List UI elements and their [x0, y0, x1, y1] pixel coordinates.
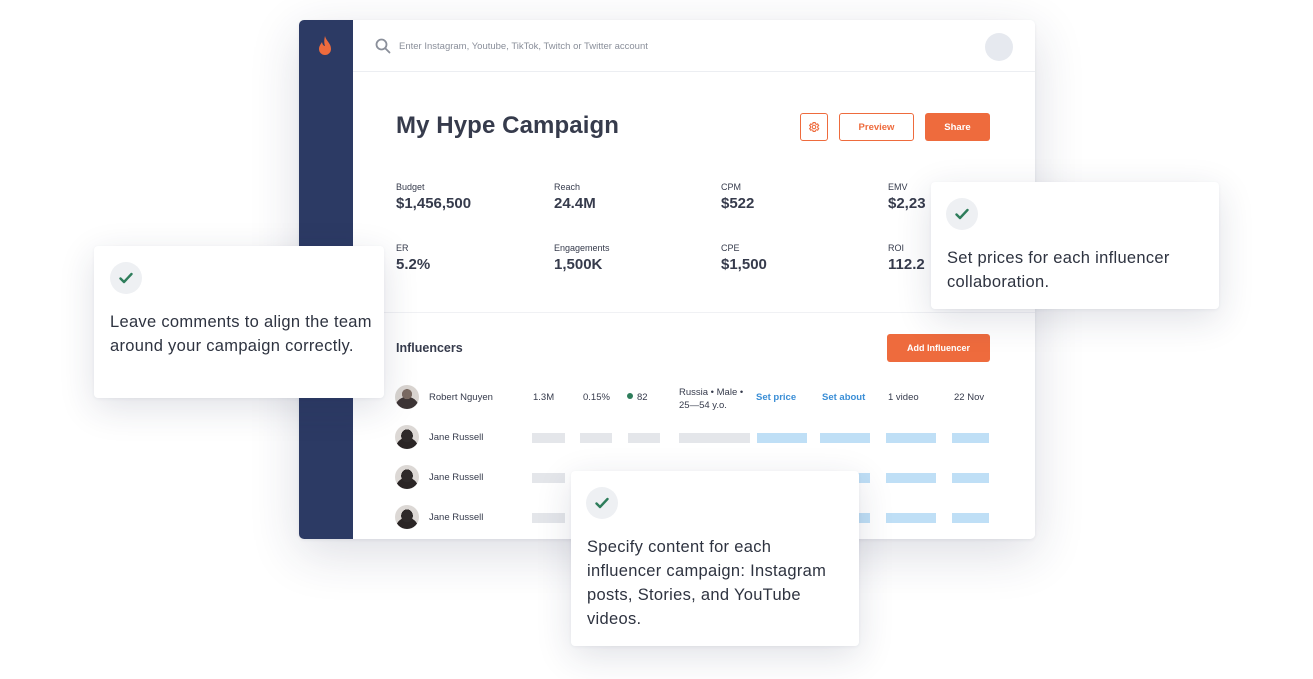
table-row[interactable]: Jane Russell	[395, 425, 995, 451]
feature-card-content: Specify content for each influencer camp…	[571, 471, 859, 646]
placeholder-bar	[757, 433, 807, 443]
page-title: My Hype Campaign	[396, 112, 619, 139]
feature-card-comments: Leave comments to align the team around …	[94, 246, 384, 398]
influencer-name: Jane Russell	[429, 512, 484, 523]
metric-value: 24.4M	[554, 195, 596, 212]
metric-cpm: CPM $522	[721, 182, 754, 212]
checkmark-icon	[955, 208, 969, 220]
metric-value: $1,500	[721, 256, 767, 273]
placeholder-bar	[532, 473, 565, 483]
influencer-name: Jane Russell	[429, 432, 484, 443]
metric-emv: EMV $2,23	[888, 182, 926, 212]
set-about-link[interactable]: Set about	[822, 392, 865, 403]
metric-cpe: CPE $1,500	[721, 243, 767, 273]
placeholder-bar	[532, 433, 565, 443]
metric-value: 112.2	[888, 256, 925, 273]
placeholder-bar	[580, 433, 612, 443]
metric-engagements: Engagements 1,500K	[554, 243, 610, 273]
metric-budget: Budget $1,456,500	[396, 182, 471, 212]
publish-date: 22 Nov	[954, 392, 985, 403]
metric-roi: ROI 112.2	[888, 243, 925, 273]
placeholder-bar	[952, 513, 989, 523]
followers-count: 1.3M	[533, 392, 555, 403]
checkmark-icon	[119, 272, 133, 284]
quality-score-value: 82	[637, 392, 648, 403]
placeholder-bar	[820, 433, 870, 443]
share-button[interactable]: Share	[925, 113, 990, 141]
preview-button[interactable]: Preview	[839, 113, 914, 141]
avatar	[395, 505, 419, 529]
metric-label: ROI	[888, 243, 905, 253]
app-window: My Hype Campaign Preview Share Budget $1…	[299, 20, 1035, 539]
metric-label: EMV	[888, 182, 908, 192]
metric-value: 1,500K	[554, 256, 603, 273]
content-count: 1 video	[888, 392, 919, 403]
quality-score: 82	[627, 392, 648, 403]
gear-icon	[808, 121, 820, 133]
audience-info: Russia • Male • 25—54 y.o.	[679, 386, 743, 412]
metric-er: ER 5.2%	[396, 243, 430, 273]
card-text: Specify content for each influencer camp…	[587, 538, 827, 628]
placeholder-bar	[886, 473, 936, 483]
card-text: Leave comments to align the team around …	[110, 313, 372, 355]
placeholder-bar	[628, 433, 660, 443]
placeholder-bar	[886, 433, 936, 443]
check-circle	[110, 262, 142, 294]
placeholder-bar	[952, 433, 989, 443]
flame-logo-icon[interactable]	[315, 35, 335, 59]
avatar	[395, 425, 419, 449]
add-influencer-button[interactable]: Add Influencer	[887, 334, 990, 362]
placeholder-bar	[679, 433, 750, 443]
influencer-name: Jane Russell	[429, 472, 484, 483]
search-input[interactable]	[399, 36, 819, 56]
score-dot-icon	[627, 393, 633, 399]
set-price-link[interactable]: Set price	[756, 392, 796, 403]
placeholder-bar	[532, 513, 565, 523]
influencer-name: Robert Nguyen	[429, 392, 493, 403]
metric-label: Engagements	[554, 243, 610, 253]
metric-label: CPM	[721, 182, 741, 192]
metric-reach: Reach 24.4M	[554, 182, 596, 212]
influencers-title: Influencers	[396, 341, 463, 355]
engagement-rate: 0.15%	[583, 392, 610, 403]
metric-label: CPE	[721, 243, 740, 253]
topbar	[353, 20, 1035, 72]
metric-label: Budget	[396, 182, 425, 192]
placeholder-bar	[952, 473, 989, 483]
search-icon	[375, 38, 391, 54]
settings-button[interactable]	[800, 113, 828, 141]
user-avatar[interactable]	[985, 33, 1013, 61]
placeholder-bar	[886, 513, 936, 523]
metric-value: $2,23	[888, 195, 926, 212]
audience-line: 25—54 y.o.	[679, 400, 727, 411]
feature-card-prices: Set prices for each influencer collabora…	[931, 182, 1219, 309]
metric-value: 5.2%	[396, 256, 431, 273]
table-row[interactable]: Robert Nguyen 1.3M 0.15% 82 Russia • Mal…	[395, 385, 995, 411]
metric-value: $1,456,500	[396, 195, 472, 212]
metric-value: $522	[721, 195, 755, 212]
card-text: Set prices for each influencer collabora…	[947, 249, 1170, 291]
metric-label: ER	[396, 243, 409, 253]
checkmark-icon	[595, 497, 609, 509]
metric-label: Reach	[554, 182, 581, 192]
avatar	[395, 465, 419, 489]
check-circle	[586, 487, 618, 519]
check-circle	[946, 198, 978, 230]
avatar	[395, 385, 419, 409]
audience-line: Russia • Male •	[679, 387, 744, 398]
